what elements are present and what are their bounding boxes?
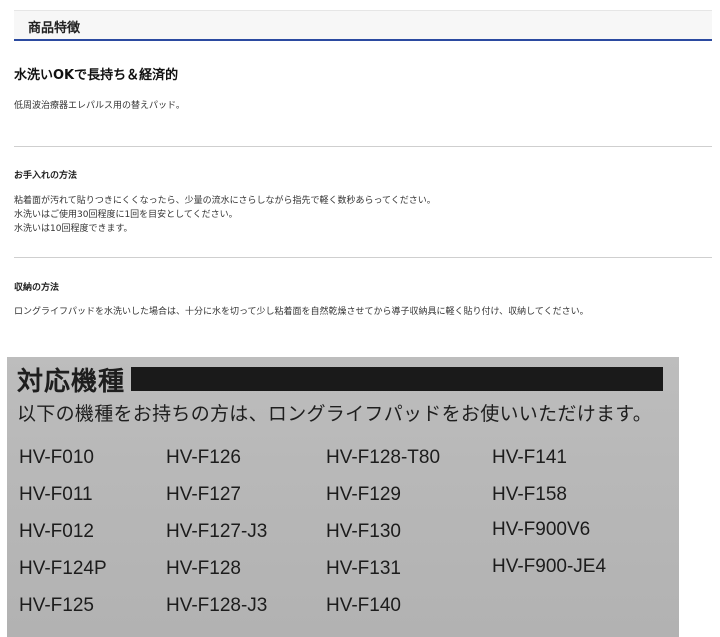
model-item: HV-F141 xyxy=(492,447,567,468)
redaction-bar xyxy=(131,367,663,391)
storage-text: ロングライフパッドを水洗いした場合は、十分に水を切って少し粘着面を自然乾燥させて… xyxy=(14,305,589,319)
model-item: HV-F010 xyxy=(19,447,94,468)
storage-title: 収納の方法 xyxy=(14,283,60,293)
model-item: HV-F124P xyxy=(19,558,107,579)
model-item: HV-F125 xyxy=(19,595,94,616)
section-header-title: 商品特徴 xyxy=(28,21,81,36)
model-item: HV-F126 xyxy=(166,447,241,468)
model-item: HV-F128-T80 xyxy=(326,447,441,468)
model-item: HV-F011 xyxy=(19,484,93,505)
feature-description: 低周波治療器エレパルス用の替えパッド。 xyxy=(14,101,185,111)
compatible-models-photo: 対応機種 以下の機種をお持ちの方は、ロングライフパッドをお使いいただけます。 H… xyxy=(7,357,679,637)
model-item: HV-F128-J3 xyxy=(166,595,268,616)
model-item: HV-F131 xyxy=(326,558,401,579)
model-item: HV-F158 xyxy=(492,484,567,505)
model-item: HV-F127-J3 xyxy=(166,521,268,542)
compatible-subtitle: 以下の機種をお持ちの方は、ロングライフパッドをお使いいただけます。 xyxy=(17,403,653,425)
divider xyxy=(14,146,712,147)
care-line: 水洗いは10回程度できます。 xyxy=(14,224,133,234)
model-item: HV-F127 xyxy=(166,484,241,505)
care-title: お手入れの方法 xyxy=(14,171,78,181)
section-header: 商品特徴 xyxy=(14,10,712,41)
care-line: 水洗いはご使用30回程度に1回を目安としてください。 xyxy=(14,210,238,220)
compatible-title: 対応機種 xyxy=(17,367,126,397)
model-item: HV-F012 xyxy=(19,521,94,542)
model-item: HV-F900V6 xyxy=(492,519,591,540)
model-item: HV-F900-JE4 xyxy=(492,556,607,577)
storage-line: ロングライフパッドを水洗いした場合は、十分に水を切って少し粘着面を自然乾燥させて… xyxy=(14,307,589,317)
care-text: 粘着面が汚れて貼りつきにくくなったら、少量の流水にさらしながら指先で軽く数秒あら… xyxy=(14,194,436,236)
model-item: HV-F130 xyxy=(326,521,401,542)
model-item: HV-F129 xyxy=(326,484,401,505)
model-item: HV-F140 xyxy=(326,595,401,616)
model-item: HV-F128 xyxy=(166,558,241,579)
feature-title: 水洗いOKで長持ち＆経済的 xyxy=(14,68,179,83)
divider xyxy=(14,257,712,258)
care-line: 粘着面が汚れて貼りつきにくくなったら、少量の流水にさらしながら指先で軽く数秒あら… xyxy=(14,196,436,206)
